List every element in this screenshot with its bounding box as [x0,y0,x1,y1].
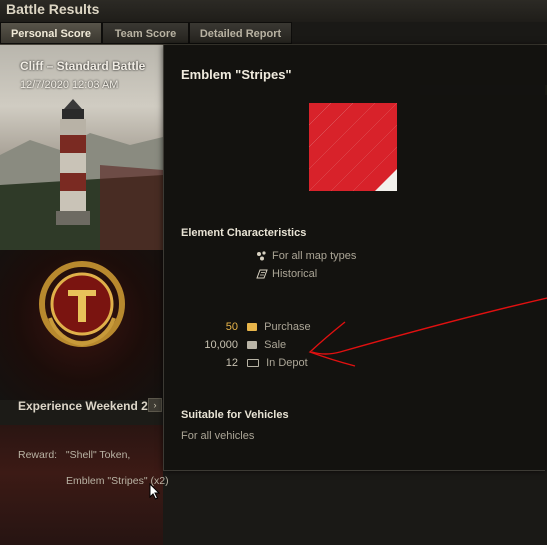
sale-label: Sale [264,339,287,351]
sale-value: 10,000 [204,339,238,351]
depot-value: 12 [225,357,238,369]
vehicles-heading: Suitable for Vehicles [181,409,289,421]
vehicles-text: For all vehicles [181,430,255,442]
window-title: Battle Results [6,1,100,17]
tab-bar: Personal Score Team Score Detailed Repor… [0,22,547,44]
reward-label: Reward: [18,449,58,461]
map-scenery [0,99,163,250]
depot-icon [247,359,260,368]
price-purchase: 50 Purchase [158,321,311,333]
window-titlebar: Battle Results [0,0,547,22]
event-expand-button[interactable]: › [148,398,162,412]
emblem-tooltip: Emblem "Stripes" Element Characteristics… [163,45,545,471]
purchase-label: Purchase [264,321,311,333]
characteristic-map-types: For all map types [256,250,356,262]
historical-icon [256,269,268,279]
mouse-cursor-icon [149,483,161,500]
event-name: Experience Weekend 2 [18,399,148,413]
medal-area [0,250,163,400]
left-column: Cliff – Standard Battle 12/7/2020 12:03 … [0,45,163,545]
tooltip-title: Emblem "Stripes" [181,67,292,82]
map-types-icon [257,251,266,261]
emblem-stripes-image [309,103,397,191]
gold-icon [247,323,258,332]
tab-detailed-report[interactable]: Detailed Report [189,22,292,44]
characteristic-label: Historical [272,268,318,280]
wot-medal-icon [39,261,125,347]
battle-map-image: Cliff – Standard Battle 12/7/2020 12:03 … [0,45,163,250]
battle-title: Cliff – Standard Battle [20,59,146,73]
tab-team-score[interactable]: Team Score [102,22,189,44]
battle-datetime: 12/7/2020 12:03 AM [20,79,119,91]
reward-shell-token: "Shell" Token, [65,449,131,461]
price-in-depot: 12 In Depot [158,357,308,369]
purchase-value: 50 [225,321,238,333]
reward-line-1: Reward: "Shell" Token, [18,449,130,461]
credits-icon [247,341,258,350]
event-row: Experience Weekend 2 › [0,390,163,420]
depot-label: In Depot [266,357,308,369]
tab-personal-score[interactable]: Personal Score [0,22,102,44]
price-sale: 10,000 Sale [158,339,286,351]
characteristic-historical: Historical [256,268,317,280]
characteristic-label: For all map types [272,250,357,262]
characteristics-heading: Element Characteristics [181,227,307,239]
